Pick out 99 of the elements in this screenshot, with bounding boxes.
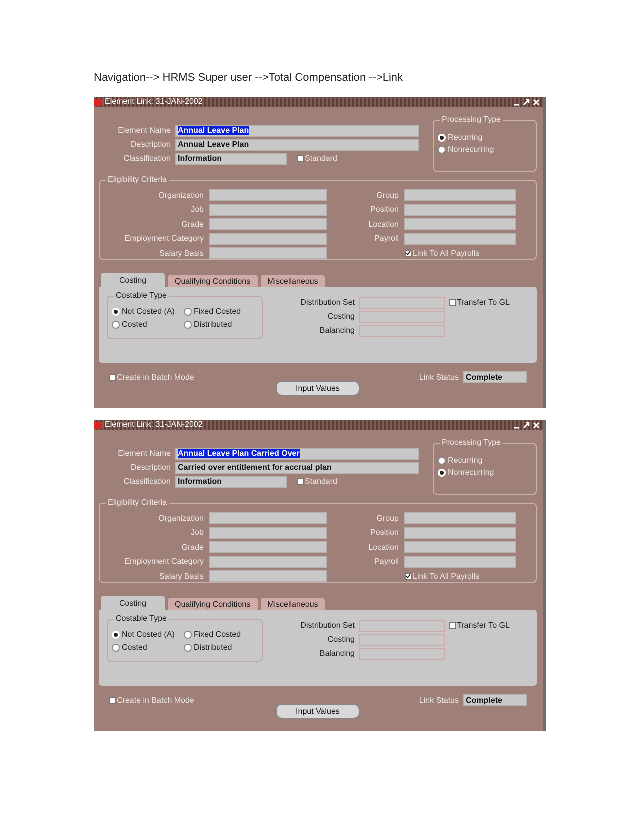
field-label: Job (190, 528, 204, 538)
maximize-icon[interactable] (523, 98, 530, 106)
field-label: Position (370, 528, 399, 538)
radio-button[interactable]: Costed (112, 643, 184, 652)
text-field[interactable]: Complete (463, 694, 527, 706)
field-label: Costing (326, 312, 355, 321)
field-label: Grade (180, 220, 204, 229)
field-label: Location (368, 220, 399, 229)
text-field[interactable]: Annual Leave Plan (175, 124, 419, 136)
input-field[interactable] (359, 324, 445, 336)
field-label: Balancing (318, 326, 355, 335)
window-title: Element Link: 31-JAN-2002 (105, 420, 203, 430)
field-label: Job (190, 205, 204, 214)
input-field[interactable] (209, 570, 327, 582)
input-values-button[interactable]: Input Values (276, 381, 360, 396)
input-field[interactable] (209, 232, 327, 245)
field-label: Salary Basis (158, 572, 204, 581)
navigation-path-text: Navigation--> HRMS Super user -->Total Compensation -->Link (94, 72, 404, 84)
text-field[interactable]: Carried over entitlement for accrual plan (175, 462, 419, 474)
input-field[interactable] (209, 247, 327, 260)
field-label: Employment Category (124, 234, 204, 244)
field-label: Link Status (419, 372, 459, 382)
text-field[interactable]: Information (175, 476, 287, 488)
field-label: Distribution Set (300, 298, 355, 307)
input-field[interactable] (404, 189, 516, 202)
group-title: Costable Type (114, 291, 169, 300)
input-field[interactable] (404, 204, 516, 216)
group-title: Eligibility Criteria (106, 498, 170, 507)
field-label: Description (130, 463, 171, 472)
close-icon[interactable] (533, 422, 540, 428)
input-field[interactable] (359, 620, 445, 632)
field-label: Classification (122, 154, 171, 163)
field-label: Balancing (318, 649, 355, 658)
input-field[interactable] (404, 512, 516, 524)
input-field[interactable] (359, 634, 445, 646)
group-title: Processing Type (440, 115, 503, 124)
radio-button[interactable]: Not Costed (A) (112, 307, 184, 316)
input-field[interactable] (209, 189, 327, 202)
tab[interactable]: Miscellaneous (260, 598, 326, 610)
tab[interactable]: Costing (101, 273, 165, 287)
field-label: Costing (326, 635, 355, 644)
text-field[interactable]: Information (175, 152, 287, 164)
field-label: Group (376, 514, 399, 523)
field-label: Element Name (117, 449, 171, 458)
field-label: Grade (180, 542, 204, 552)
input-field[interactable] (404, 526, 516, 539)
checkbox[interactable]: Transfer To GL (449, 298, 510, 307)
field-label: Description (130, 140, 171, 149)
input-field[interactable] (209, 526, 327, 539)
radio-button[interactable]: Costed (112, 320, 184, 329)
group-title: Costable Type (114, 614, 169, 623)
input-values-button[interactable]: Input Values (276, 704, 360, 719)
field-label: Organization (158, 190, 204, 200)
field-label: Group (376, 190, 399, 200)
tab[interactable]: Costing (101, 596, 165, 610)
input-field[interactable] (404, 218, 516, 230)
text-field[interactable]: Annual Leave Plan Carried Over (175, 448, 419, 460)
field-label: Employment Category (124, 557, 204, 566)
radio-button[interactable]: Distributed (184, 643, 264, 652)
field-label: Position (370, 205, 399, 214)
text-field[interactable]: Complete (463, 371, 527, 383)
close-icon[interactable] (533, 98, 540, 106)
group-title: Processing Type (440, 438, 503, 447)
field-label: Element Name (117, 126, 171, 135)
input-field[interactable] (359, 296, 445, 308)
radio-button[interactable]: Fixed Costed (184, 307, 264, 316)
radio-button[interactable]: Not Costed (A) (112, 630, 184, 639)
tab[interactable]: Miscellaneous (260, 275, 326, 287)
tab[interactable]: Qualifying Conditions (168, 598, 258, 610)
group-title: Eligibility Criteria (106, 175, 170, 184)
checkbox[interactable]: Transfer To GL (449, 621, 510, 630)
input-field[interactable] (359, 310, 445, 322)
field-label: Distribution Set (300, 621, 355, 630)
field-label: Organization (158, 514, 204, 523)
input-field[interactable] (209, 541, 327, 554)
field-label: Salary Basis (158, 248, 204, 258)
app-icon (94, 98, 102, 106)
field-label: Classification (122, 477, 171, 486)
field-label: Link Status (419, 696, 459, 704)
checkmark-icon (406, 250, 411, 257)
maximize-icon[interactable] (523, 422, 530, 428)
input-field[interactable] (209, 204, 327, 216)
radio-button[interactable]: Fixed Costed (184, 630, 264, 639)
window-title: Element Link: 31-JAN-2002 (105, 97, 203, 107)
tab[interactable]: Qualifying Conditions (168, 275, 258, 287)
text-field[interactable]: Annual Leave Plan (175, 138, 419, 150)
input-field[interactable] (209, 556, 327, 568)
input-field[interactable] (209, 512, 327, 524)
field-label: Payroll (374, 557, 399, 566)
input-field[interactable] (359, 648, 445, 660)
input-field[interactable] (404, 556, 516, 568)
radio-button[interactable]: Distributed (184, 320, 264, 329)
checkmark-icon (406, 572, 411, 580)
field-label: Location (368, 542, 399, 552)
app-icon (94, 422, 102, 428)
field-label: Payroll (374, 234, 399, 244)
input-field[interactable] (404, 232, 516, 245)
input-field[interactable] (209, 218, 327, 230)
input-field[interactable] (404, 541, 516, 554)
